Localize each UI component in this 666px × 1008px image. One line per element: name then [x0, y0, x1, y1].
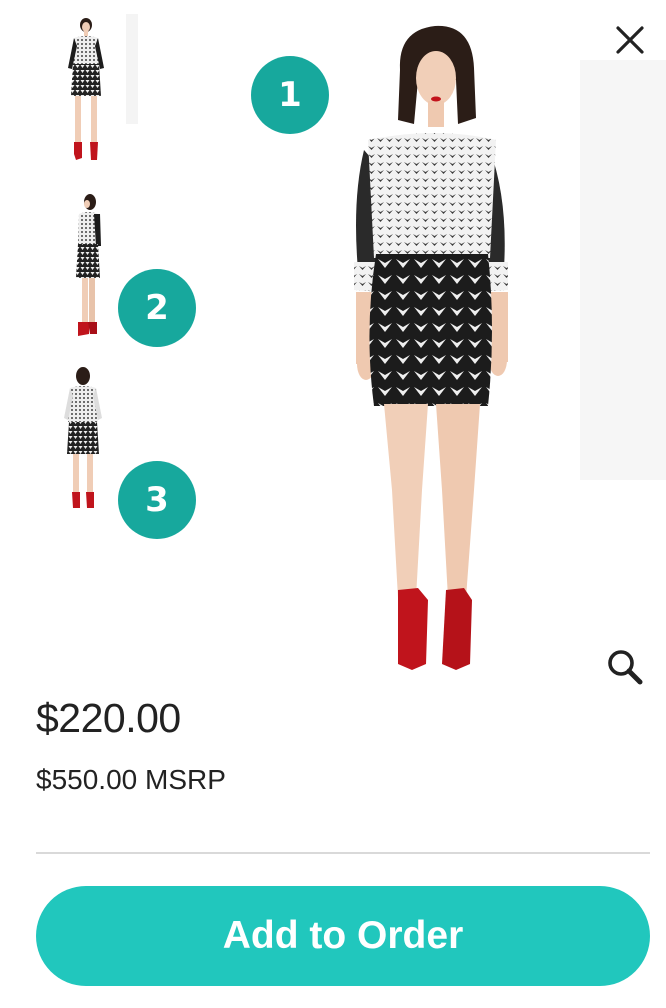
thumbnail-badge-1: 1: [251, 56, 329, 134]
divider: [36, 852, 650, 854]
thumbnail-list: [0, 0, 150, 540]
msrp-price: $550.00 MSRP: [36, 764, 226, 795]
sale-price: $220.00: [36, 695, 181, 741]
thumbnail-back[interactable]: [58, 360, 108, 518]
magnifier-icon: [608, 650, 643, 685]
add-to-order-button[interactable]: Add to Order: [36, 886, 650, 986]
thumbnail-badge-2: 2: [118, 269, 196, 347]
close-icon: [616, 26, 644, 54]
close-button[interactable]: [606, 16, 654, 64]
zoom-button[interactable]: [600, 642, 650, 692]
thumbnail-badge-3: 3: [118, 461, 196, 539]
thumbnail-front[interactable]: [60, 14, 138, 166]
thumbnail-side[interactable]: [60, 186, 110, 344]
